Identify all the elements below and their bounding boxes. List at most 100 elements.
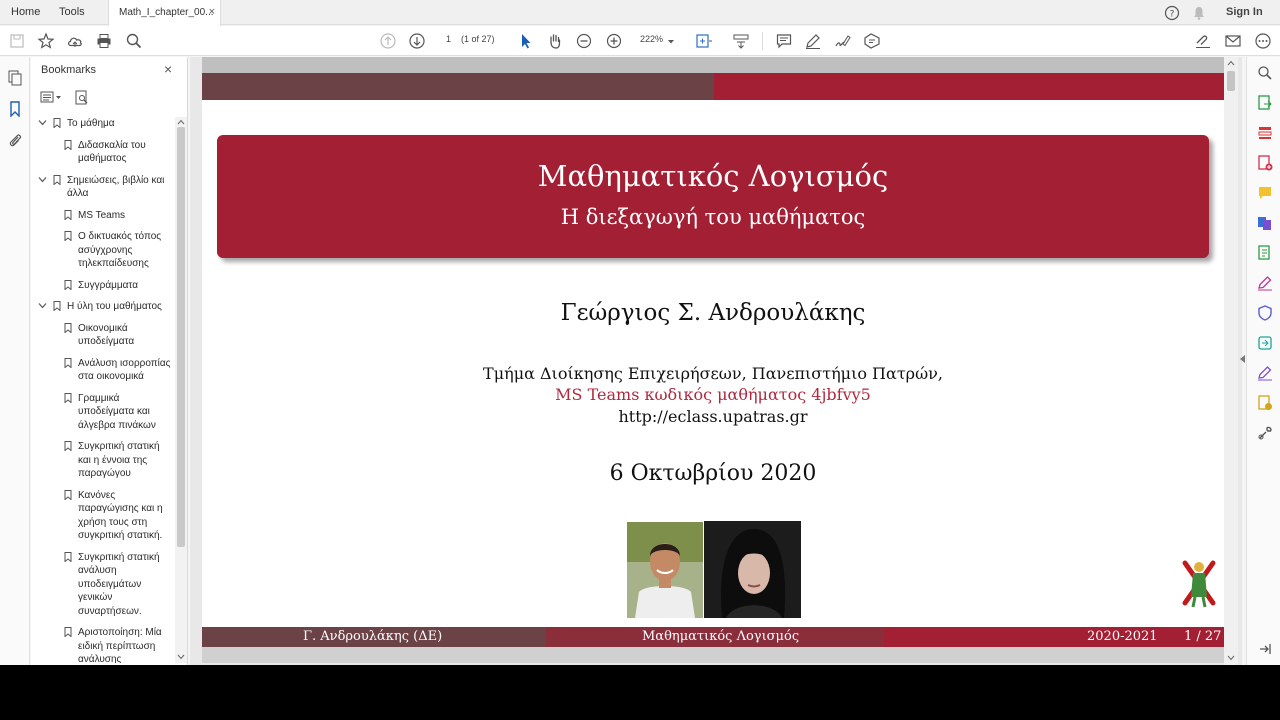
bookmark-label-line: υποδείγματα και: [78, 406, 150, 417]
bookmark-label: Διδασκαλία του μαθήματος: [78, 139, 146, 166]
bookmark-item[interactable]: Ο δικτυακός τόπος ασύγχρονης τηλεκπαίδευση…: [31, 230, 176, 271]
save-icon[interactable]: [8, 32, 26, 50]
footer-course-title: Μαθηματικός Λογισμός: [642, 629, 800, 644]
slide-title-block: Μαθηματικός Λογισμός Η διεξαγωγή του μαθ…: [217, 135, 1209, 258]
bookmark-item[interactable]: Κανόνες παραγώγισης και η χρήση τους στη συ…: [31, 489, 176, 543]
tag-stamp-icon[interactable]: [863, 32, 881, 50]
bookmark-item[interactable]: Συγγράμματα: [31, 279, 176, 293]
link-edit-icon[interactable]: [1194, 32, 1212, 50]
author-photo-female: [704, 521, 801, 618]
bookmark-section[interactable]: Το μάθημα: [31, 117, 176, 131]
bookmark-options-icon[interactable]: [40, 91, 62, 105]
zoom-dropdown-chevron-down-icon[interactable]: [667, 37, 675, 45]
email-icon[interactable]: [1224, 32, 1242, 50]
bookmarks-scroll-thumb[interactable]: [177, 127, 185, 547]
help-icon[interactable]: ?: [1164, 5, 1180, 21]
sign-icon[interactable]: [834, 32, 852, 50]
doc-scroll-down-chevron-icon[interactable]: [1227, 655, 1235, 661]
expand-chevron-down-icon[interactable]: [38, 118, 47, 127]
collapse-tools-icon[interactable]: [1257, 641, 1273, 657]
hand-tool-icon[interactable]: [546, 32, 564, 50]
bookmark-label-line: Ο δικτυακός τόπος: [78, 231, 162, 242]
tab-close-icon[interactable]: ×: [209, 0, 215, 25]
bookmark-section[interactable]: Σημειώσεις, βιβλίο και άλλα: [31, 174, 176, 201]
search-icon[interactable]: [125, 32, 143, 50]
document-scrollbar[interactable]: [1224, 57, 1238, 665]
bookmark-ribbon-icon: [53, 118, 61, 128]
tools-search-icon[interactable]: [1257, 65, 1273, 81]
zoom-level-select[interactable]: 222%: [640, 34, 663, 44]
bookmark-star-icon[interactable]: [37, 32, 55, 50]
upload-cloud-icon[interactable]: [66, 32, 84, 50]
protect-shield-icon[interactable]: [1257, 305, 1273, 321]
bookmarks-panel-icon[interactable]: [7, 101, 23, 118]
bookmark-item[interactable]: Αριστοποίηση: Μία ειδική περίπτωση ανάλυση…: [31, 626, 176, 663]
document-tab[interactable]: Math_I_chapter_00... ×: [108, 0, 221, 26]
bookmark-item[interactable]: Διδασκαλία του μαθήματος: [31, 139, 176, 166]
document-view[interactable]: Μαθηματικός Λογισμός Η διεξαγωγή του μαθ…: [190, 57, 1242, 665]
create-pdf-icon[interactable]: [1257, 155, 1273, 171]
doc-scroll-up-chevron-icon[interactable]: [1227, 60, 1235, 66]
document-scroll-thumb[interactable]: [1227, 71, 1235, 91]
menu-tools[interactable]: Tools: [59, 0, 85, 25]
bookmarks-scrollbar[interactable]: [175, 117, 187, 663]
highlight-pen-icon[interactable]: [804, 32, 822, 50]
fit-page-icon[interactable]: [694, 32, 712, 50]
bookmarks-close-icon[interactable]: ×: [164, 61, 172, 77]
bookmark-section[interactable]: Η ύλη του μαθήματος: [31, 300, 176, 314]
document-tab-label: Math_I_chapter_00...: [119, 7, 214, 18]
select-cursor-icon[interactable]: [517, 32, 535, 50]
page-top-margin: [202, 57, 1224, 73]
bookmark-item[interactable]: Συγκριτική στατική ανάλυση υποδειγμάτων γεν…: [31, 551, 176, 619]
bookmark-label-line: και η έννοια της: [78, 454, 148, 466]
zoom-in-icon[interactable]: [605, 32, 623, 50]
scroll-down-chevron-icon[interactable]: [177, 654, 185, 660]
bookmark-label-line: MS Teams: [78, 209, 126, 221]
slide-teams-code-link[interactable]: MS Teams κωδικός μαθήματος 4jbfvy5: [202, 385, 1224, 404]
bookmark-ribbon-icon: [64, 209, 72, 220]
next-page-icon[interactable]: [408, 32, 426, 50]
bookmark-item[interactable]: Γραμμικά υποδείγματα και άλγεβρα πινάκων: [31, 392, 176, 433]
expand-chevron-down-icon[interactable]: [38, 301, 47, 310]
page-thumbnails-icon[interactable]: [7, 70, 23, 86]
bookmark-item[interactable]: Οικονομικά υποδείγματα: [31, 322, 176, 349]
slide-eclass-url[interactable]: http://eclass.upatras.gr: [202, 407, 1224, 426]
rich-media-icon[interactable]: [1257, 395, 1273, 411]
zoom-out-icon[interactable]: [575, 32, 593, 50]
fill-sign-icon[interactable]: [1257, 275, 1273, 291]
expand-tools-pane-icon[interactable]: [1239, 354, 1246, 364]
bookmark-ribbon-icon: [53, 301, 61, 311]
find-bookmark-icon[interactable]: [75, 90, 89, 105]
export-pdf-icon[interactable]: [1257, 95, 1273, 111]
add-comment-icon[interactable]: [1257, 185, 1273, 201]
bookmark-label: Το μάθημα: [67, 117, 115, 131]
bookmarks-panel: Bookmarks × Το μάθημα Διδασκαλία του μαθήμ…: [31, 57, 188, 665]
send-for-review-icon[interactable]: [1257, 335, 1273, 351]
comment-icon[interactable]: [775, 32, 793, 50]
expand-chevron-down-icon[interactable]: [38, 175, 47, 184]
scroll-up-chevron-icon[interactable]: [177, 119, 185, 125]
sign-in-link[interactable]: Sign In: [1226, 0, 1263, 25]
more-tools-icon[interactable]: [1254, 32, 1272, 50]
menu-home[interactable]: Home: [11, 0, 40, 25]
bookmark-item[interactable]: Συγκριτική στατική και η έννοια της παραγώ…: [31, 440, 176, 481]
slide-title: Μαθηματικός Λογισμός: [537, 159, 889, 193]
combine-files-icon[interactable]: [1257, 215, 1273, 231]
more-tools-wrench-icon[interactable]: [1257, 425, 1273, 441]
page-number-input[interactable]: 1: [446, 34, 451, 44]
organize-pages-icon[interactable]: [1257, 125, 1273, 141]
edit-pdf-icon[interactable]: [1257, 245, 1273, 261]
scroll-mode-icon[interactable]: [732, 32, 750, 50]
request-signature-icon[interactable]: [1257, 365, 1273, 381]
bookmark-label: Συγκριτική στατική ανάλυση υποδειγμάτων γεν…: [78, 551, 160, 619]
attachments-paperclip-icon[interactable]: [7, 132, 23, 148]
notification-bell-icon[interactable]: [1191, 5, 1207, 21]
bookmark-label-line: ειδική περίπτωση: [78, 640, 156, 652]
bookmark-item[interactable]: MS Teams: [31, 209, 176, 223]
print-icon[interactable]: [95, 32, 113, 50]
bookmark-label-line: Κανόνες: [78, 489, 116, 501]
bookmark-ribbon-icon: [64, 489, 72, 500]
bookmark-item[interactable]: Ανάλυση ισορροπίας στα οικονομικά: [31, 357, 176, 384]
bookmark-label-line: παραγώγισης και η: [78, 503, 163, 514]
previous-page-icon[interactable]: [379, 32, 397, 50]
